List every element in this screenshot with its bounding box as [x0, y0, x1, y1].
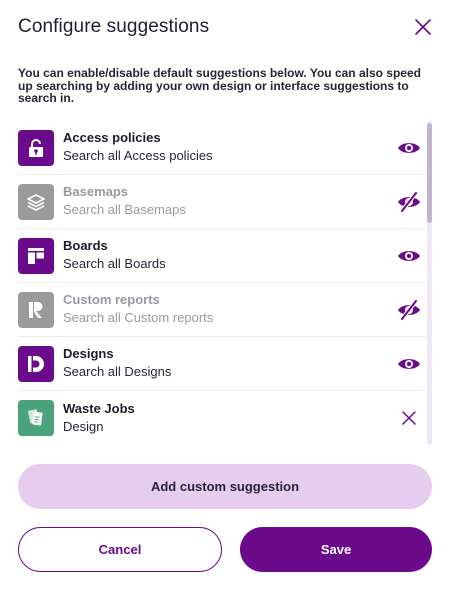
scrollbar-track[interactable]	[427, 121, 432, 445]
eye-icon	[398, 251, 420, 261]
add-custom-suggestion-button[interactable]: Add custom suggestion	[18, 464, 432, 509]
suggestion-title: Waste Jobs	[63, 400, 135, 416]
suggestion-subtitle: Search all Designs	[63, 364, 172, 379]
suggestion-row-boards: Boards Search all Boards	[18, 229, 430, 283]
dialog-title: Configure suggestions	[18, 16, 210, 37]
access-policy-icon	[18, 129, 54, 166]
suggestion-title: Designs	[63, 346, 114, 361]
suggestion-subtitle: Design	[63, 418, 104, 434]
suggestion-title: Boards	[63, 238, 108, 253]
suggestion-title: Basemaps	[63, 184, 129, 199]
eye-off-icon	[398, 192, 420, 212]
suggestion-subtitle: Search all Boards	[63, 256, 166, 271]
remove-suggestion-button[interactable]	[396, 406, 422, 430]
suggestion-title: Custom reports	[63, 292, 160, 307]
cancel-button[interactable]: Cancel	[18, 527, 222, 572]
dialog-header: Configure suggestions	[18, 16, 434, 40]
toggle-visibility-button[interactable]	[396, 136, 422, 160]
suggestion-row-custom-reports: Custom reports Search all Custom reports	[18, 283, 430, 337]
eye-icon	[398, 143, 420, 153]
eye-off-icon	[398, 300, 420, 320]
close-button[interactable]	[412, 16, 434, 38]
toggle-visibility-button[interactable]	[396, 352, 422, 376]
suggestion-row-access-policies: Access policies Search all Access polici…	[18, 121, 430, 175]
layers-icon	[18, 183, 54, 220]
toggle-visibility-button[interactable]	[396, 190, 422, 214]
suggestion-list[interactable]: Access policies Search all Access polici…	[18, 121, 432, 445]
board-icon	[18, 237, 54, 274]
design-icon	[18, 345, 54, 382]
toggle-visibility-button[interactable]	[396, 298, 422, 322]
suggestion-subtitle: Search all Access policies	[63, 148, 213, 163]
eye-icon	[398, 359, 420, 369]
dialog-description: You can enable/disable default suggestio…	[18, 66, 421, 105]
suggestion-subtitle: Search all Basemaps	[63, 202, 186, 217]
save-button[interactable]: Save	[240, 527, 432, 572]
suggestion-row-designs: Designs Search all Designs	[18, 337, 430, 391]
suggestion-row-basemaps: Basemaps Search all Basemaps	[18, 175, 430, 229]
toggle-visibility-button[interactable]	[396, 244, 422, 268]
scrollbar-thumb[interactable]	[427, 123, 432, 223]
waste-jobs-icon	[18, 400, 54, 436]
remove-icon	[402, 411, 416, 425]
suggestion-row-waste-jobs: Waste Jobs Design	[18, 391, 430, 445]
report-icon	[18, 291, 54, 328]
suggestion-subtitle: Search all Custom reports	[63, 310, 214, 325]
close-icon	[415, 19, 431, 35]
suggestion-title: Access policies	[63, 130, 161, 145]
